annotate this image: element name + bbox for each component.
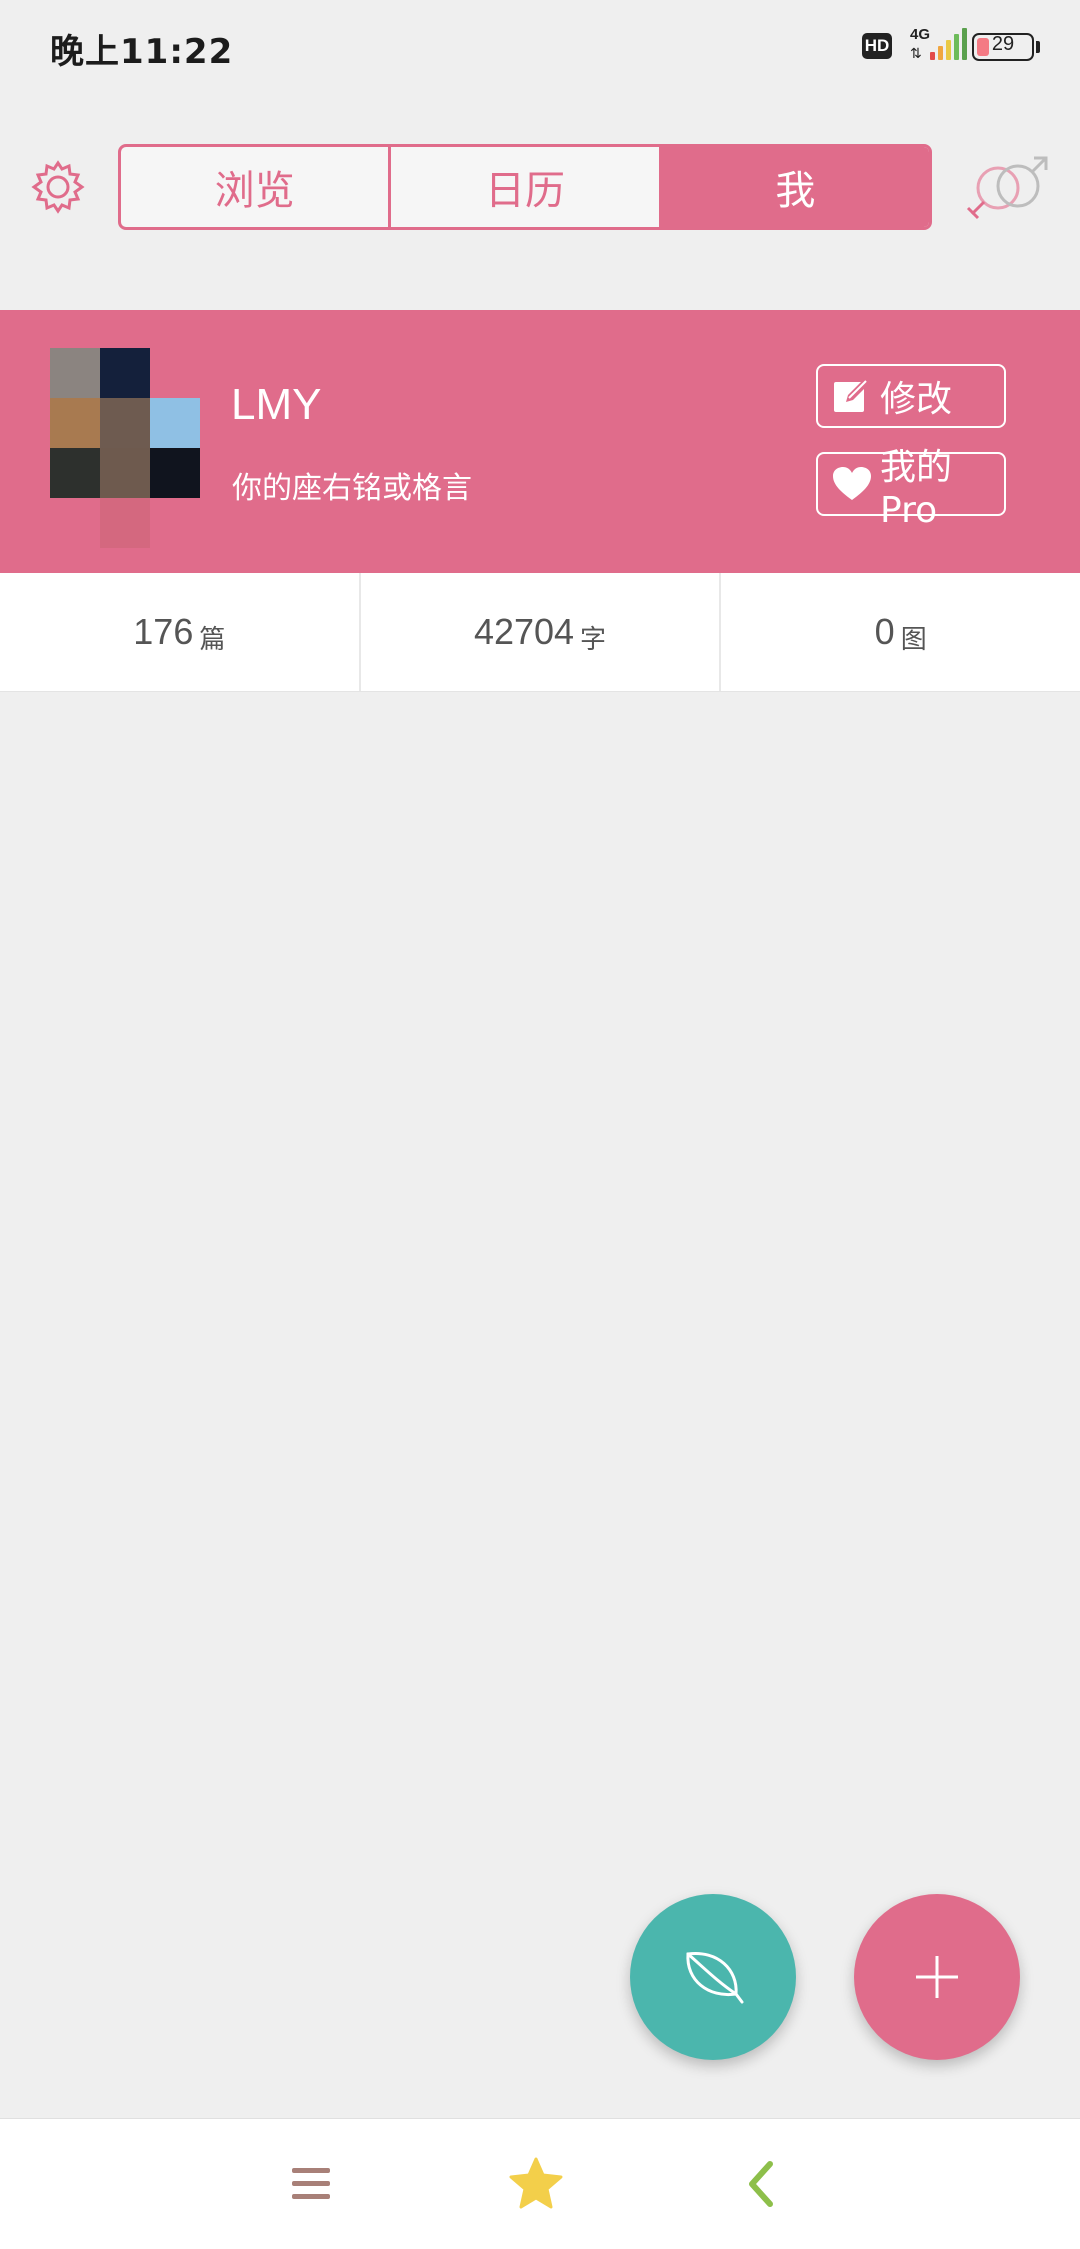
plus-icon [916,1956,958,1998]
stats-row: 176 篇 42704 字 0 图 [0,573,1080,692]
signal-icon [930,28,970,60]
stat-images-value: 0 [874,611,895,652]
avatar[interactable] [50,348,200,548]
stat-words[interactable]: 42704 字 [358,573,720,691]
hd-badge: HD [862,33,892,59]
my-pro-button[interactable]: 我的Pro [816,447,1006,531]
edit-label: 修改 [880,379,953,420]
gender-icon[interactable] [962,150,1052,230]
tab-browse[interactable]: 浏览 [121,147,388,227]
my-pro-label: 我的Pro [880,446,953,531]
battery-tip [1036,41,1040,53]
add-entry-button[interactable] [854,1894,1020,2060]
user-motto: 你的座右铭或格言 [232,471,472,506]
edit-button[interactable]: 修改 [816,364,1006,428]
gear-icon[interactable] [28,157,88,217]
back-icon[interactable] [746,2160,776,2208]
stat-images-unit: 图 [900,624,927,655]
stat-words-value: 42704 [473,611,575,652]
stat-entries[interactable]: 176 篇 [0,573,359,691]
leaf-icon [686,1952,744,2004]
star-icon[interactable] [508,2156,564,2212]
battery-icon: 29 [972,33,1034,61]
stat-images[interactable]: 0 图 [719,573,1080,691]
tab-calendar[interactable]: 日历 [388,147,658,227]
stat-entries-unit: 篇 [199,624,226,655]
stat-entries-value: 176 [133,611,194,652]
network-activity-icon: ⇅ [910,46,922,62]
stat-words-unit: 字 [580,624,607,655]
menu-icon[interactable] [290,2164,332,2204]
status-time: 晚上11:22 [50,32,234,72]
heart-icon [833,467,871,500]
tab-me[interactable]: 我 [658,147,929,227]
tab-bar: 浏览 日历 我 [118,144,932,230]
battery-percent: 29 [991,33,1015,55]
edit-icon [834,378,870,412]
leaf-button[interactable] [630,1894,796,2060]
user-name: LMY [231,380,322,429]
network-type: 4G [910,26,931,43]
